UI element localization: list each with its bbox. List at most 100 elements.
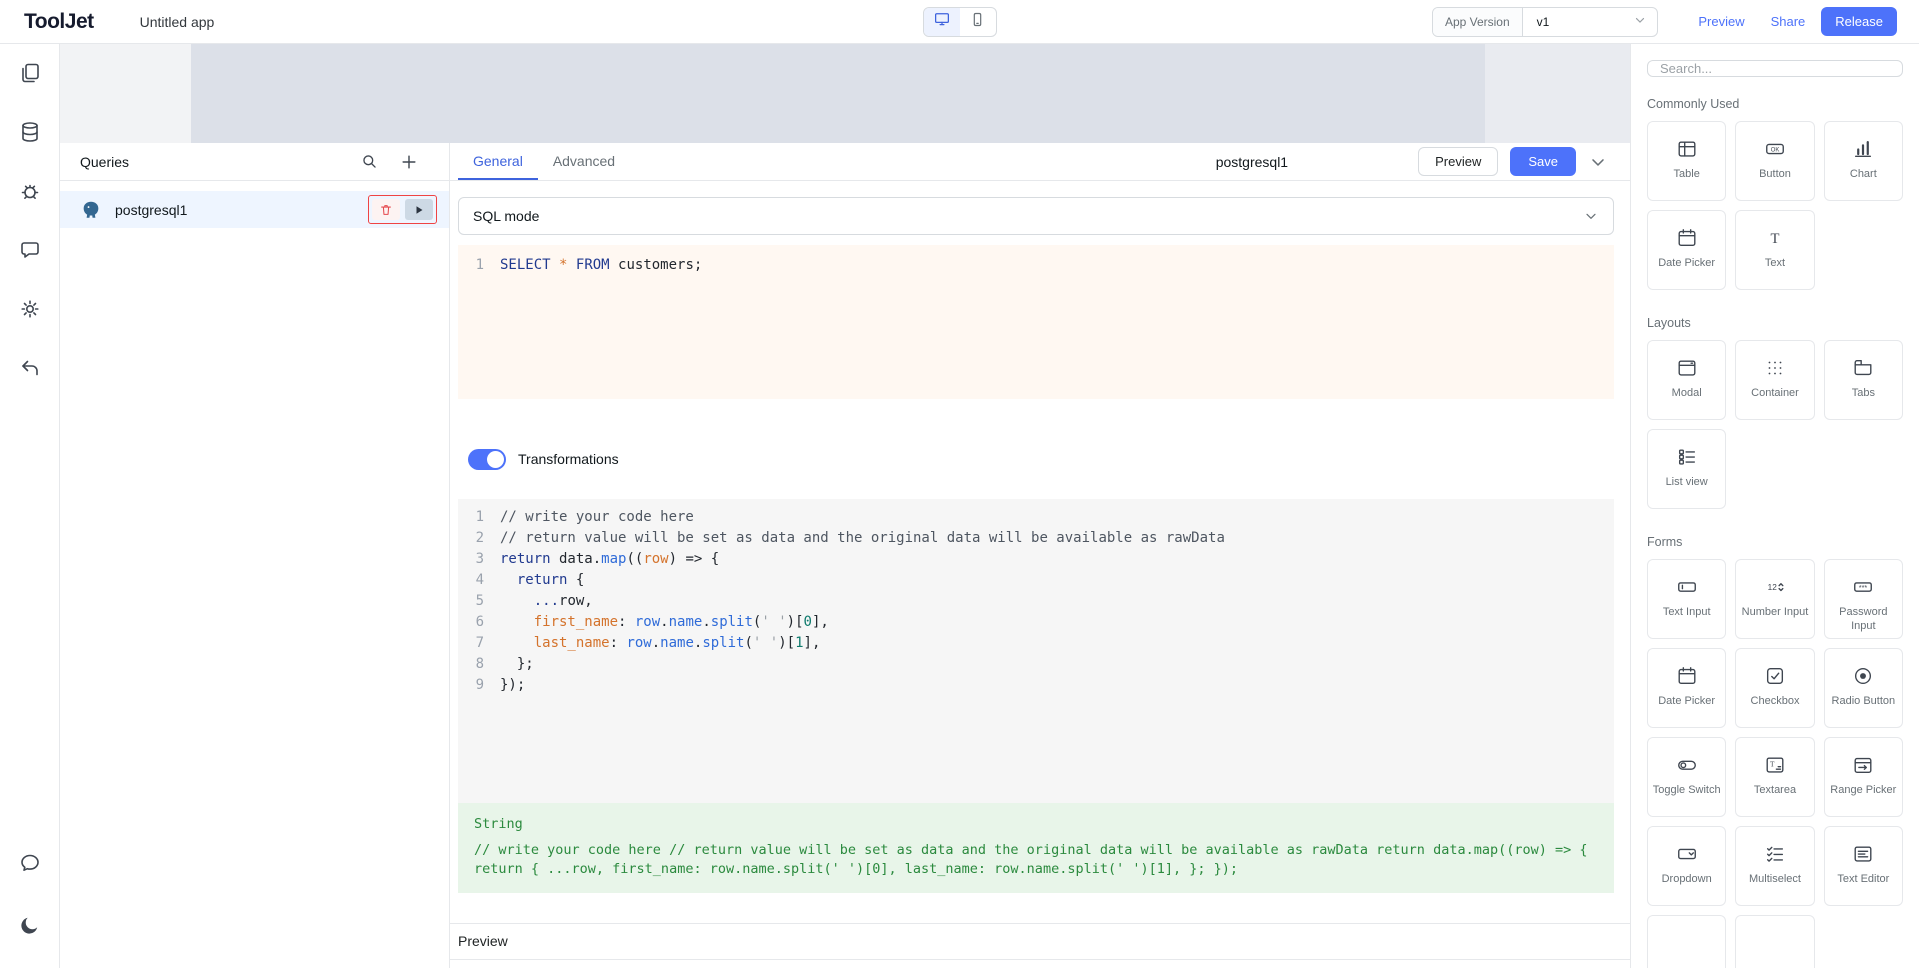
app-version-label: App Version xyxy=(1433,8,1523,36)
code-line: 1SELECT * FROM customers; xyxy=(458,255,1614,276)
tab-advanced[interactable]: Advanced xyxy=(538,143,630,180)
code-line: 6 first_name: row.name.split(' ')[0], xyxy=(458,612,1614,633)
queries-header-icons xyxy=(360,152,419,172)
widget-card-container[interactable]: Container xyxy=(1735,340,1814,420)
app-title[interactable]: Untitled app xyxy=(140,14,215,30)
transformation-code-editor[interactable]: 1// write your code here2// return value… xyxy=(458,499,1614,803)
widget-card-clipped[interactable] xyxy=(1647,915,1726,968)
widget-card-textarea[interactable]: TTextarea xyxy=(1735,737,1814,817)
widget-label: Text Editor xyxy=(1834,873,1892,887)
widget-label: Modal xyxy=(1669,387,1705,401)
transformation-result: String // write your code here // return… xyxy=(458,803,1614,893)
query-name: postgresql1 xyxy=(115,202,187,218)
app-canvas[interactable] xyxy=(60,44,1630,143)
preview-section-header: Preview xyxy=(450,923,1630,960)
widget-card-range-picker[interactable]: Range Picker xyxy=(1824,737,1903,817)
component-search-input[interactable] xyxy=(1647,60,1903,77)
mobile-view-button[interactable] xyxy=(960,8,996,36)
queries-list-panel: Queries xyxy=(60,143,450,968)
add-query-icon[interactable] xyxy=(399,152,419,172)
dropdown-icon xyxy=(1676,842,1698,866)
code-text: first_name: row.name.split(' ')[0], xyxy=(500,612,829,633)
app-version-select[interactable]: v1 xyxy=(1523,8,1658,36)
desktop-view-button[interactable] xyxy=(924,8,960,36)
widget-card-checkbox[interactable]: Checkbox xyxy=(1735,648,1814,728)
widget-card-toggle-switch[interactable]: Toggle Switch xyxy=(1647,737,1726,817)
checkbox-icon xyxy=(1764,664,1786,688)
help-chat-icon[interactable] xyxy=(17,850,43,876)
widget-card-password-input[interactable]: ***Password Input xyxy=(1824,559,1903,639)
code-text: }; xyxy=(500,654,534,675)
widget-label: Date Picker xyxy=(1655,695,1718,709)
widget-card-button[interactable]: OKButton xyxy=(1735,121,1814,201)
widget-card-date-picker[interactable]: Date Picker xyxy=(1647,210,1726,290)
delete-query-button[interactable] xyxy=(372,199,400,220)
widget-label: Chart xyxy=(1847,168,1880,182)
widget-card-multiselect[interactable]: Multiselect xyxy=(1735,826,1814,906)
number-input-icon: 12 xyxy=(1764,575,1786,599)
debugger-icon[interactable] xyxy=(17,178,43,204)
body-row: Queries xyxy=(0,44,1919,968)
comments-icon[interactable] xyxy=(17,237,43,263)
widget-card-list-view[interactable]: List view xyxy=(1647,429,1726,509)
release-button[interactable]: Release xyxy=(1821,7,1897,36)
app-version-control: App Version v1 xyxy=(1432,7,1658,37)
widget-card-tabs[interactable]: Tabs xyxy=(1824,340,1903,420)
svg-text:T: T xyxy=(1771,231,1780,247)
settings-icon[interactable] xyxy=(17,296,43,322)
widget-label: List view xyxy=(1663,476,1711,490)
table-icon xyxy=(1676,137,1698,161)
widget-card-text-editor[interactable]: Text Editor xyxy=(1824,826,1903,906)
multiselect-icon xyxy=(1764,842,1786,866)
widget-card-modal[interactable]: Modal xyxy=(1647,340,1726,420)
desktop-icon xyxy=(933,10,951,33)
widget-card-dropdown[interactable]: Dropdown xyxy=(1647,826,1726,906)
widget-grid-layouts: Modal ContainerTabs List view xyxy=(1647,340,1903,509)
code-line: 3return data.map((row) => { xyxy=(458,549,1614,570)
widget-label: Date Picker xyxy=(1655,257,1718,271)
widget-card-table[interactable]: Table xyxy=(1647,121,1726,201)
widget-card-text-input[interactable]: Text Input xyxy=(1647,559,1726,639)
widget-card-number-input[interactable]: 12Number Input xyxy=(1735,559,1814,639)
share-button[interactable]: Share xyxy=(1771,14,1806,29)
text-editor-icon xyxy=(1852,842,1874,866)
collapse-panel-chevron-icon[interactable] xyxy=(1588,152,1608,172)
query-preview-button[interactable]: Preview xyxy=(1418,147,1498,176)
code-line: 7 last_name: row.name.split(' ')[1], xyxy=(458,633,1614,654)
result-type-label: String xyxy=(474,815,1598,834)
widget-label: Table xyxy=(1671,168,1703,182)
line-number: 3 xyxy=(458,549,484,570)
svg-text:12: 12 xyxy=(1768,583,1778,592)
dark-mode-icon[interactable] xyxy=(17,912,43,938)
widget-card-chart[interactable]: Chart xyxy=(1824,121,1903,201)
widget-label: Dropdown xyxy=(1659,873,1715,887)
query-list-item[interactable]: postgresql1 xyxy=(60,191,449,228)
sql-mode-value: SQL mode xyxy=(473,208,539,224)
line-number: 9 xyxy=(458,675,484,696)
code-line: 4 return { xyxy=(458,570,1614,591)
widget-card-text[interactable]: TText xyxy=(1735,210,1814,290)
datasources-icon[interactable] xyxy=(17,119,43,145)
run-query-button[interactable] xyxy=(405,199,433,220)
tab-general[interactable]: General xyxy=(458,143,538,180)
sql-mode-select[interactable]: SQL mode xyxy=(458,197,1614,235)
code-line: 1// write your code here xyxy=(458,507,1614,528)
undo-icon[interactable] xyxy=(17,355,43,381)
query-editor-query-name: postgresql1 xyxy=(1216,154,1288,170)
query-save-button[interactable]: Save xyxy=(1510,147,1576,176)
code-text: return { xyxy=(500,570,584,591)
canvas-device-toggle xyxy=(923,7,997,37)
pages-icon[interactable] xyxy=(17,60,43,86)
sql-query-editor[interactable]: 1SELECT * FROM customers; xyxy=(458,245,1614,399)
chart-icon xyxy=(1852,137,1874,161)
widget-label: Checkbox xyxy=(1748,695,1803,709)
app-preview-link[interactable]: Preview xyxy=(1698,14,1744,29)
container-icon xyxy=(1764,356,1786,380)
widget-card-date-picker[interactable]: Date Picker xyxy=(1647,648,1726,728)
widget-card-clipped[interactable] xyxy=(1735,915,1814,968)
widget-label: Range Picker xyxy=(1827,784,1899,798)
widget-card-radio-button[interactable]: Radio Button xyxy=(1824,648,1903,728)
search-icon[interactable] xyxy=(360,152,379,171)
transformations-toggle[interactable] xyxy=(468,449,506,470)
chevron-down-icon xyxy=(1583,208,1599,224)
